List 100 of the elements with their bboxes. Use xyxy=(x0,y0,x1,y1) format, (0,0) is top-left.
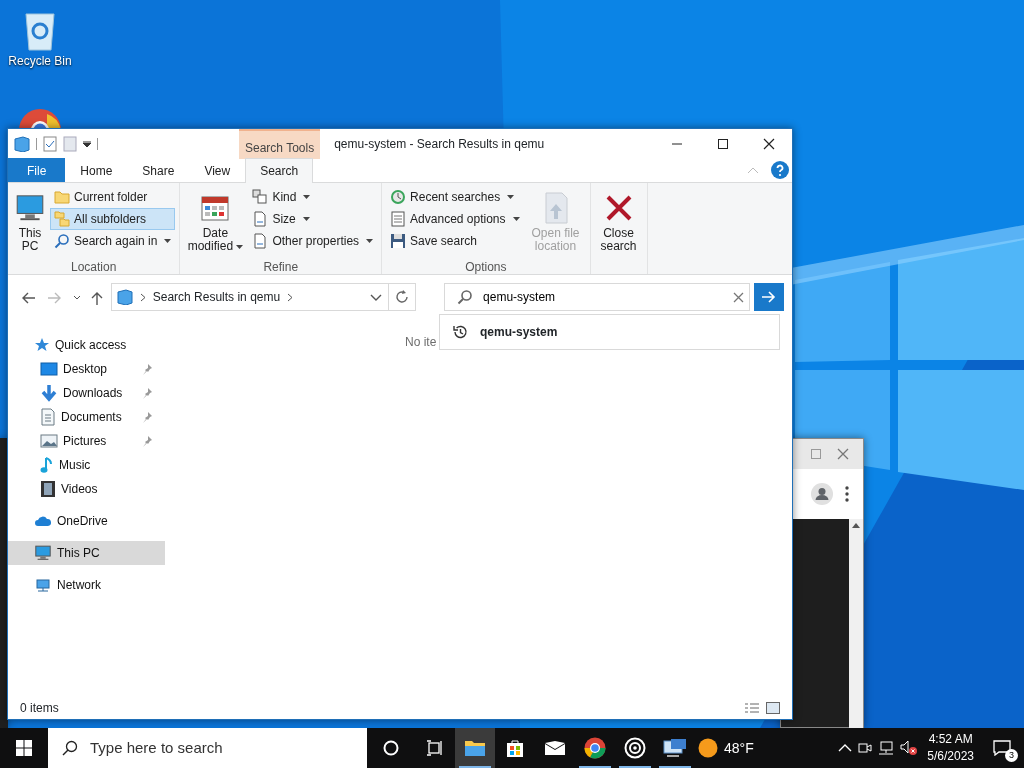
ribbon-tab[interactable]: Home xyxy=(65,158,128,182)
calendar-icon xyxy=(201,194,230,222)
back-icon xyxy=(20,291,35,304)
taskbar-app[interactable] xyxy=(455,728,495,768)
sun-icon xyxy=(698,738,718,758)
taskbar-search-field[interactable]: Type here to search xyxy=(48,728,367,768)
caret-icon xyxy=(366,239,374,243)
nav-item[interactable]: Pictures xyxy=(8,429,165,453)
ribbon-button[interactable]: Size xyxy=(248,208,378,230)
cloud-icon xyxy=(34,514,52,528)
details-view-icon xyxy=(744,701,760,714)
nav-item[interactable]: Documents xyxy=(8,405,165,429)
task-view-icon xyxy=(426,740,444,756)
caret-icon xyxy=(236,244,244,249)
collapse-icon xyxy=(747,166,759,174)
pin-icon xyxy=(141,387,153,399)
window-title: qemu-system - Search Results in qemu xyxy=(333,136,546,153)
close-icon xyxy=(837,448,849,460)
notification-icon xyxy=(993,740,1011,756)
computer-icon xyxy=(34,544,52,562)
ribbon-button[interactable]: Kind xyxy=(248,186,378,208)
pin-icon xyxy=(141,435,153,447)
music-note-icon xyxy=(40,456,54,474)
search-icon xyxy=(62,740,78,756)
notification-count: 3 xyxy=(1005,749,1018,762)
nav-item[interactable]: Music xyxy=(8,453,165,477)
monitor-icon xyxy=(663,738,687,758)
nav-item[interactable]: Videos xyxy=(8,477,165,501)
arrow-right-icon xyxy=(762,291,777,303)
nav-item[interactable]: OneDrive xyxy=(8,509,165,533)
camera-icon xyxy=(858,741,873,755)
image-icon xyxy=(40,434,58,448)
properties-icon xyxy=(43,136,57,152)
shopping-bag-icon xyxy=(505,738,525,758)
dropdown-icon xyxy=(370,294,383,302)
nav-item[interactable]: Desktop xyxy=(8,357,165,381)
speaker-muted-icon xyxy=(900,740,919,756)
nav-item[interactable]: Quick access xyxy=(8,333,165,357)
ribbon-button[interactable]: Advanced options xyxy=(386,208,524,230)
nav-item[interactable]: Network xyxy=(8,573,165,597)
chevron-icon xyxy=(287,292,294,302)
clock[interactable]: 4:52 AM 5/6/2023 xyxy=(927,731,974,765)
caret-icon xyxy=(302,217,310,221)
ribbon-button[interactable]: Recent searches xyxy=(386,186,524,208)
document-icon xyxy=(252,211,269,227)
list-icon xyxy=(390,211,407,227)
ribbon-tab[interactable]: View xyxy=(189,158,246,182)
clear-icon xyxy=(733,292,745,304)
avatar-icon xyxy=(811,483,833,505)
ribbon-button[interactable]: Current folder xyxy=(50,186,176,208)
ribbon-button[interactable]: This PC xyxy=(12,186,48,256)
caret-icon xyxy=(512,217,520,221)
search-placeholder: Type here to search xyxy=(90,737,223,758)
history-icon xyxy=(452,324,468,340)
chevron-up-icon xyxy=(838,744,853,752)
up-icon xyxy=(90,290,103,305)
ribbon-button[interactable]: All subfolders xyxy=(50,208,176,230)
ribbon-button[interactable]: Date modified xyxy=(184,186,247,256)
caret-icon xyxy=(83,141,91,147)
notifications-button[interactable]: 3 xyxy=(980,728,1024,768)
search-go-button[interactable] xyxy=(754,283,784,311)
group-label: Location xyxy=(70,259,118,276)
search-icon xyxy=(457,289,474,305)
address-bar[interactable]: Search Results in qemu xyxy=(110,283,390,311)
maximize-icon xyxy=(718,139,728,149)
nav-item[interactable]: This PC xyxy=(8,541,165,565)
windows-icon xyxy=(16,740,32,756)
status-text: 0 items xyxy=(20,699,59,717)
search-results-icon xyxy=(116,289,133,305)
large-icons-view-icon xyxy=(766,701,780,714)
nav-item[interactable]: Downloads xyxy=(8,381,165,405)
caret-icon xyxy=(73,295,82,301)
ribbon-tab[interactable]: Share xyxy=(127,158,190,182)
menu-icon xyxy=(845,486,849,502)
pin-icon xyxy=(141,411,153,423)
chevron-icon xyxy=(139,292,146,302)
group-label: Options xyxy=(464,259,508,276)
browser-icon xyxy=(584,737,606,759)
caret-icon xyxy=(303,195,311,199)
document-icon xyxy=(252,233,269,249)
target-icon xyxy=(624,737,646,759)
shapes-icon xyxy=(252,189,269,205)
ribbon-tab[interactable]: Search xyxy=(245,158,314,183)
maximize-icon xyxy=(811,449,821,459)
pin-icon xyxy=(141,363,153,375)
download-icon xyxy=(40,384,58,402)
ribbon-button[interactable]: Close search xyxy=(594,186,643,256)
address-text: Search Results in qemu xyxy=(152,289,281,306)
refresh-button[interactable] xyxy=(388,283,417,311)
weather-widget[interactable]: 48°F xyxy=(698,737,754,759)
forward-icon xyxy=(48,291,63,304)
ribbon-button[interactable]: Other properties xyxy=(248,230,378,252)
ribbon-button[interactable]: Save search xyxy=(386,230,524,252)
search-icon xyxy=(54,233,70,249)
ribbon-button[interactable]: Search again in xyxy=(50,230,176,252)
ribbon-tab[interactable]: File xyxy=(8,158,66,182)
search-field[interactable]: qemu-system xyxy=(444,283,751,311)
empty-message: No ite xyxy=(405,335,437,349)
desktop-icon-label[interactable]: Recycle Bin xyxy=(0,52,80,70)
scrollbar[interactable] xyxy=(849,519,863,728)
